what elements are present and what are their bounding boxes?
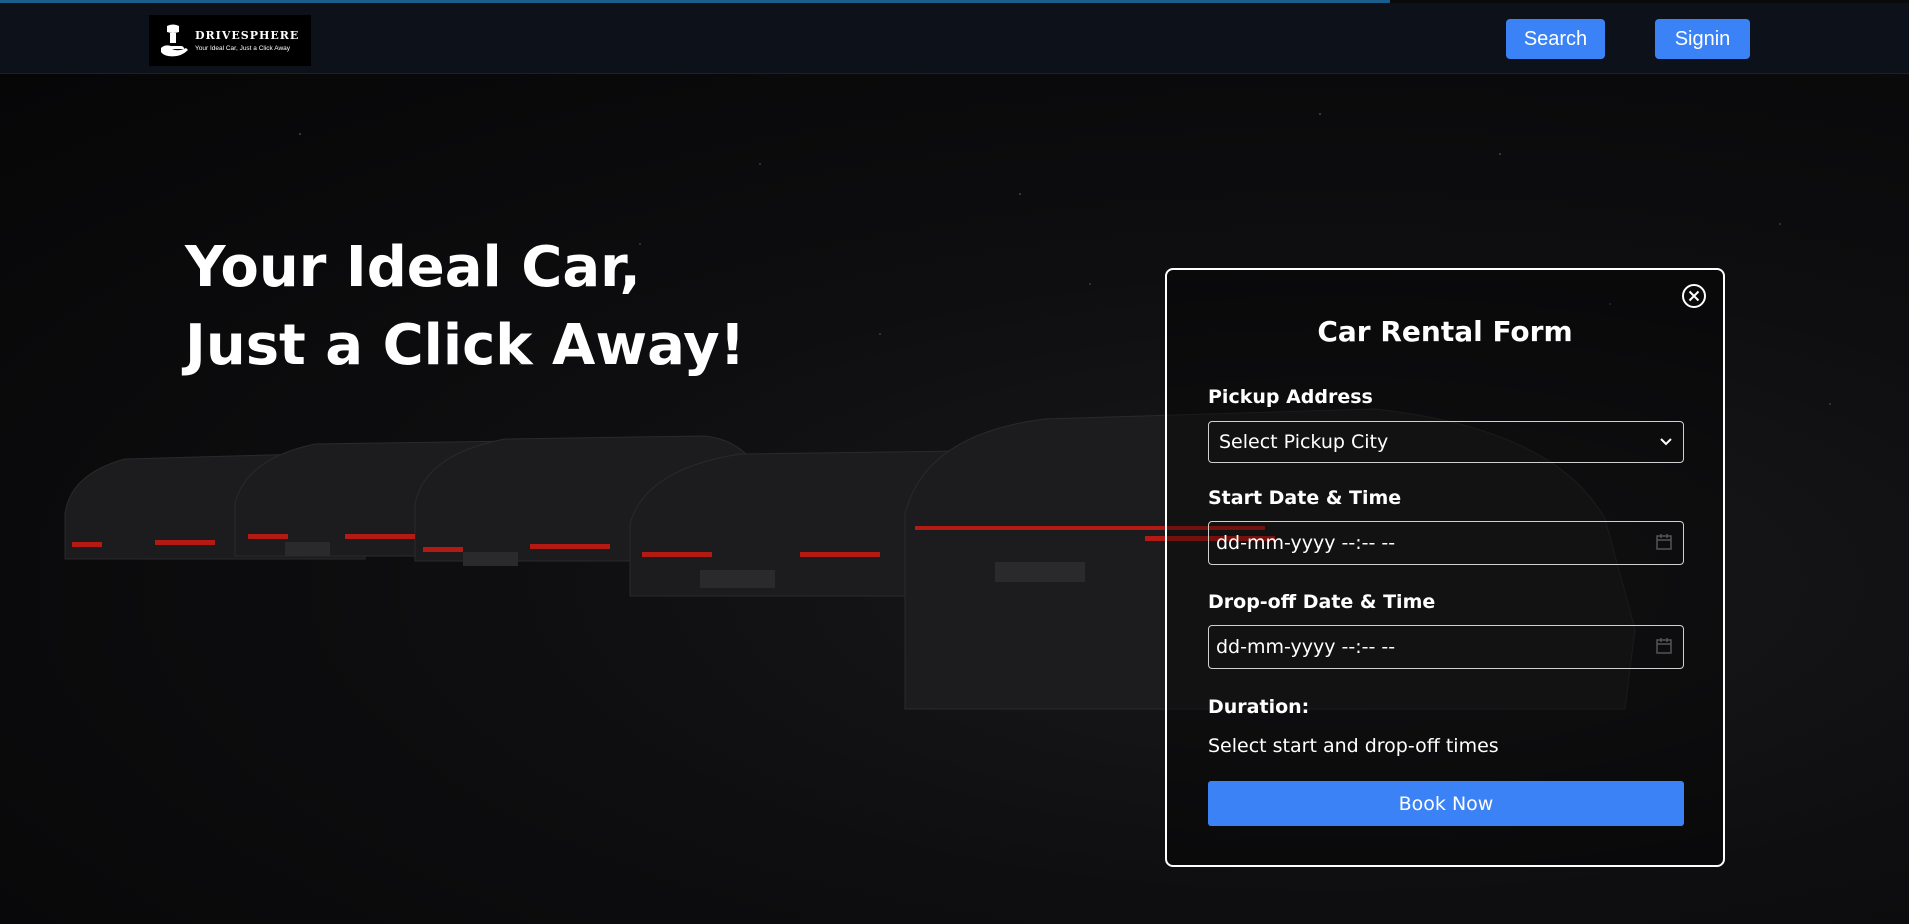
dropoff-datetime-value: dd-mm-yyyy --:-- -- — [1216, 636, 1396, 658]
search-button[interactable]: Search — [1506, 19, 1605, 59]
duration-text: Select start and drop-off times — [1208, 735, 1499, 757]
logo-hand-car-icon — [161, 24, 188, 56]
hero-headline: Your Ideal Car, Just a Click Away! — [185, 229, 745, 385]
book-now-button[interactable]: Book Now — [1208, 781, 1684, 826]
brand-logo[interactable]: DRIVESPHERE Your Ideal Car, Just a Click… — [149, 15, 311, 66]
hero-line-1: Your Ideal Car, — [185, 235, 641, 300]
start-datetime-value: dd-mm-yyyy --:-- -- — [1216, 532, 1396, 554]
brand-name: DRIVESPHERE — [195, 29, 300, 42]
pickup-city-value: Select Pickup City — [1219, 431, 1389, 453]
chevron-down-icon — [1660, 438, 1672, 446]
close-icon[interactable] — [1681, 283, 1707, 309]
start-datetime-input[interactable]: dd-mm-yyyy --:-- -- — [1208, 521, 1684, 565]
dropoff-datetime-input[interactable]: dd-mm-yyyy --:-- -- — [1208, 625, 1684, 669]
pickup-address-label: Pickup Address — [1208, 386, 1373, 408]
brand-tagline: Your Ideal Car, Just a Click Away — [195, 45, 291, 52]
signin-button[interactable]: Signin — [1655, 19, 1750, 59]
form-title: Car Rental Form — [1317, 315, 1573, 348]
duration-label: Duration: — [1208, 696, 1310, 718]
start-datetime-label: Start Date & Time — [1208, 487, 1402, 509]
hero-line-2: Just a Click Away! — [185, 313, 746, 378]
pickup-city-select[interactable]: Select Pickup City — [1208, 421, 1684, 463]
navbar: DRIVESPHERE Your Ideal Car, Just a Click… — [0, 3, 1909, 74]
car-rental-form: Car Rental Form Pickup Address Select Pi… — [1165, 268, 1725, 867]
calendar-icon[interactable] — [1655, 637, 1673, 655]
calendar-icon[interactable] — [1655, 533, 1673, 551]
hero-section: Your Ideal Car, Just a Click Away! Car R… — [0, 74, 1909, 924]
dropoff-datetime-label: Drop-off Date & Time — [1208, 591, 1436, 613]
